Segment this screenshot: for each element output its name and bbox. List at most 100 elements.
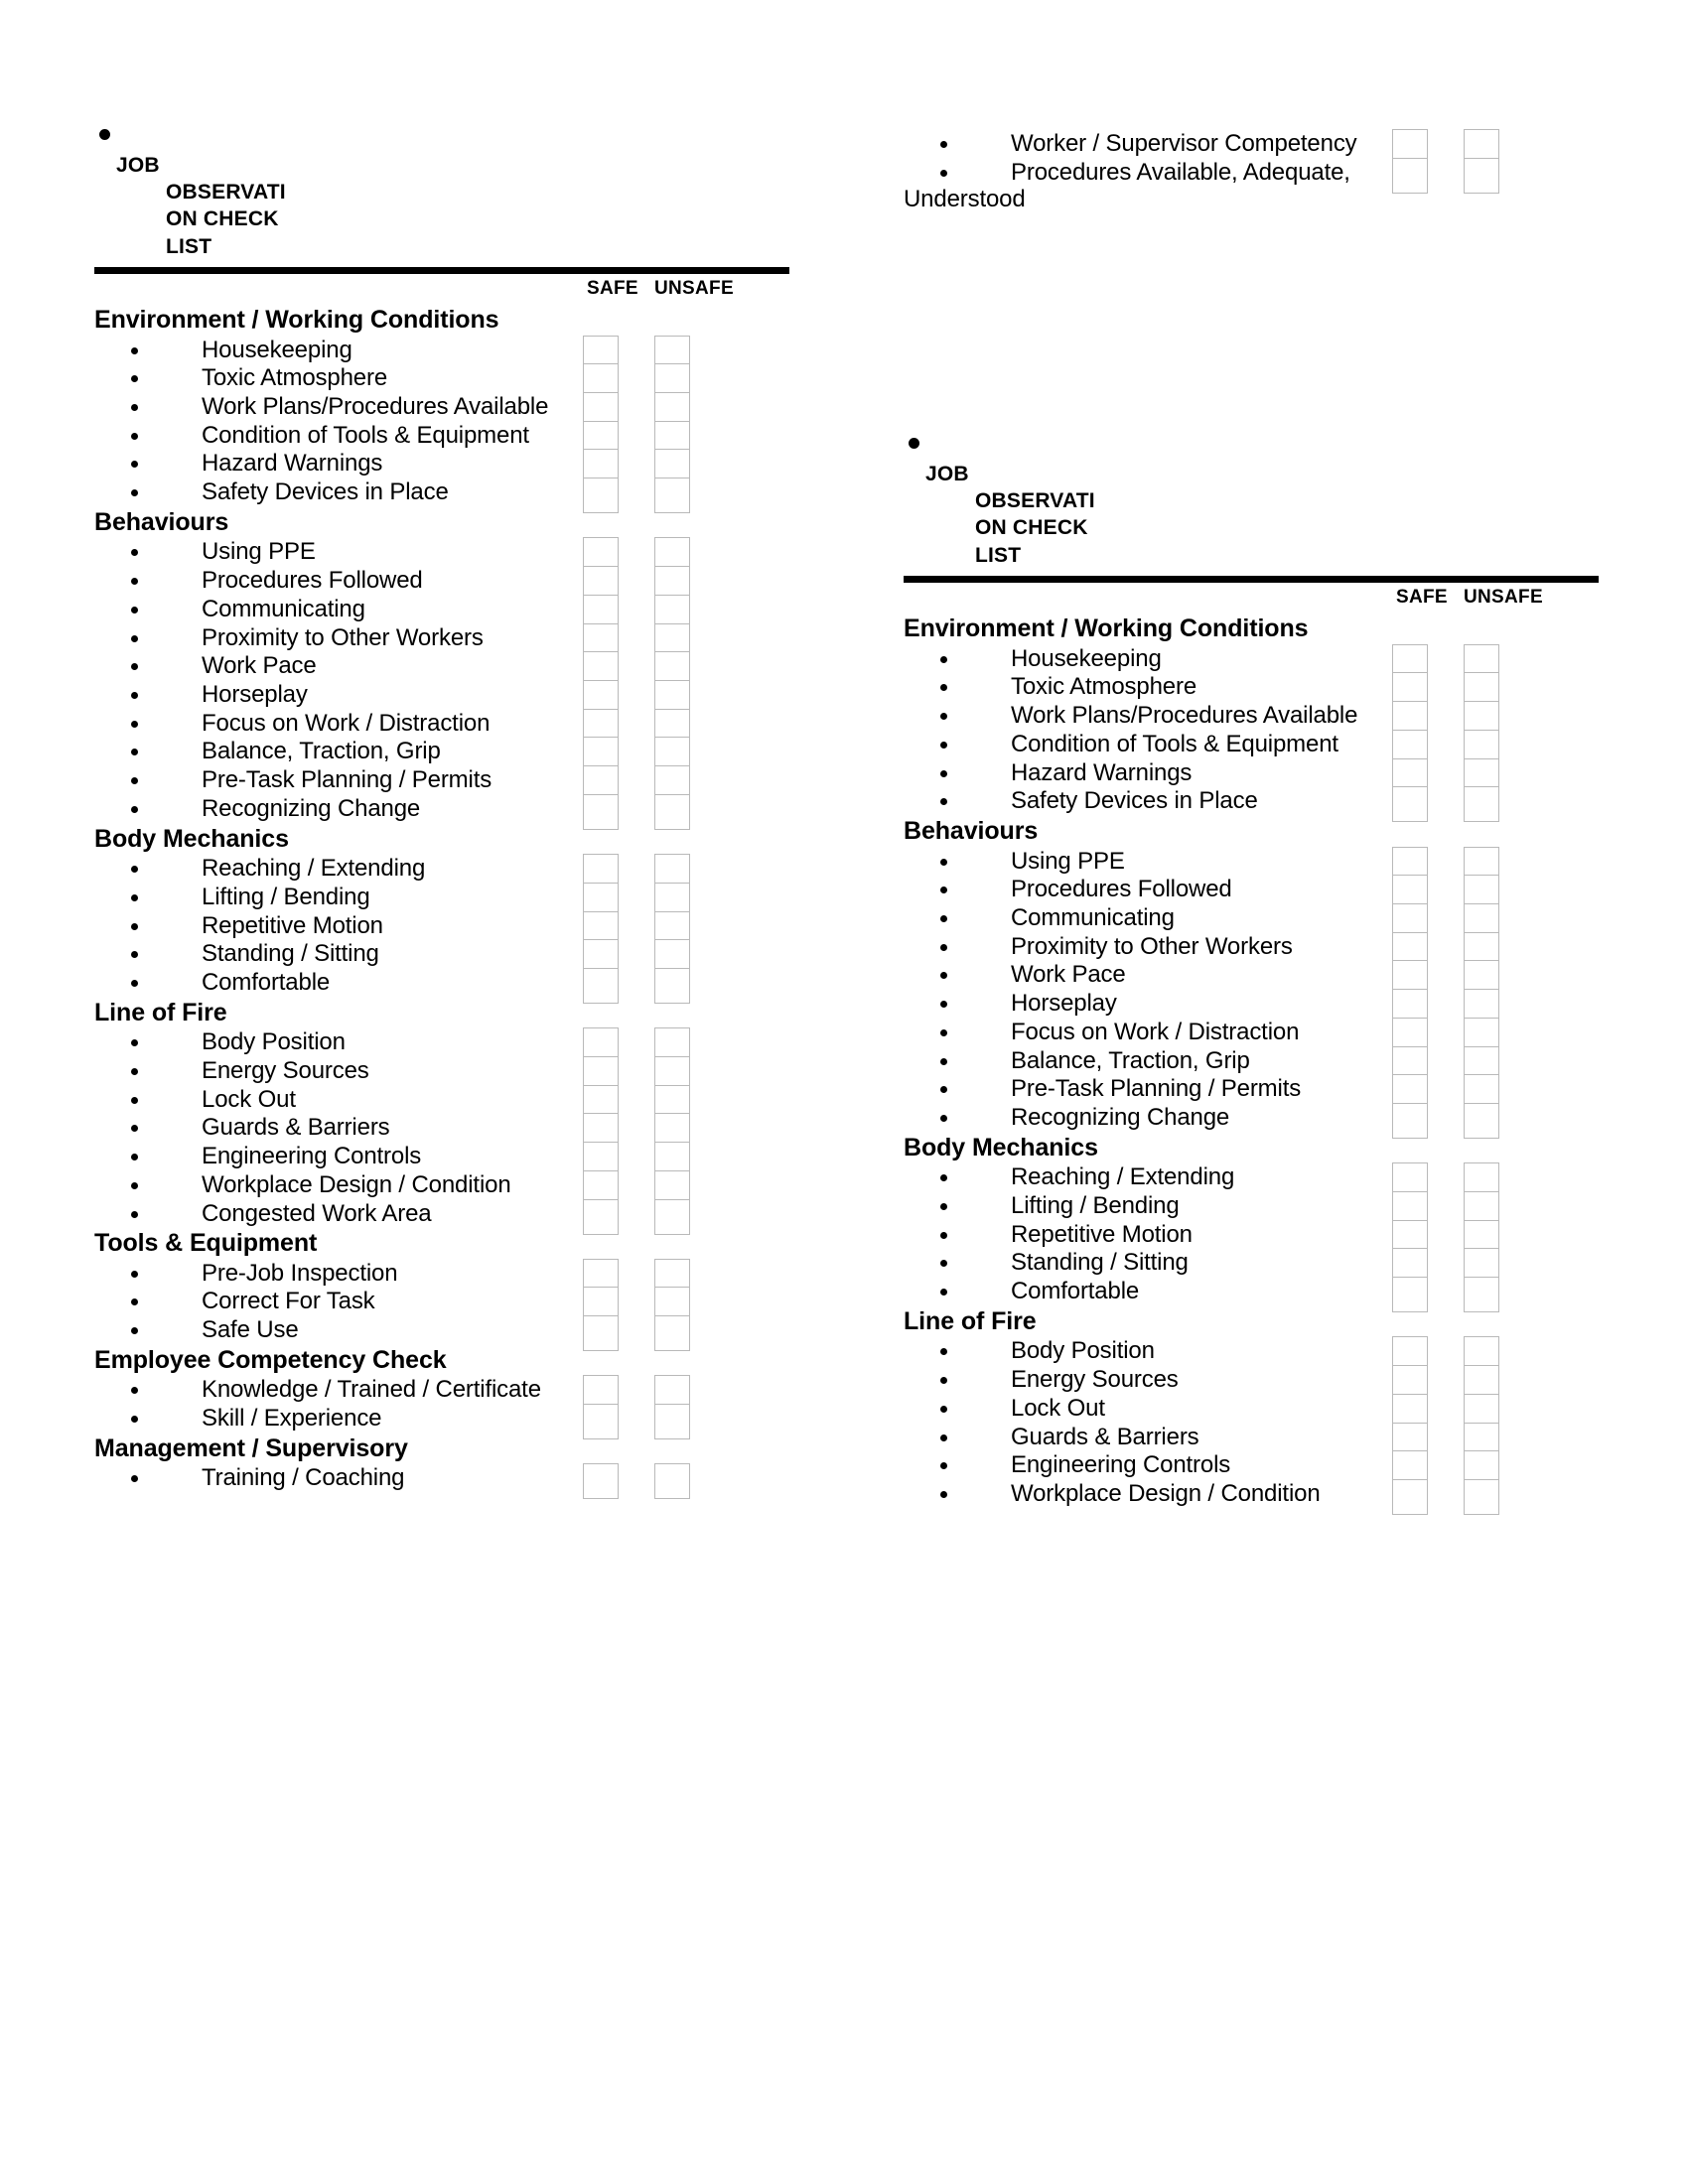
checklist-row: Energy Sources [904, 1365, 1599, 1402]
safe-checkbox[interactable] [583, 1315, 619, 1352]
checklist-row: Condition of Tools & Equipment [904, 729, 1599, 765]
header-bullet-icon [99, 129, 110, 140]
unsafe-checkbox[interactable] [654, 1198, 690, 1235]
checklist-item-text: Engineering Controls [1011, 1451, 1231, 1479]
checklist-item-label: Balance, Traction, Grip [94, 737, 561, 765]
two-column-layout: JOB OBSERVATION CHECKLIST SAFE UNSAFE En… [0, 0, 1688, 1515]
checklist-item-label: Work Pace [94, 651, 561, 680]
bullet-icon [131, 1210, 138, 1218]
checklist-item-label: Work Plans/Procedures Available [94, 392, 561, 421]
safe-checkbox[interactable] [1392, 1277, 1428, 1313]
checklist-row: Standing / Sitting [904, 1248, 1599, 1285]
safe-checkbox[interactable] [583, 478, 619, 514]
checklist-item-text: Focus on Work / Distraction [1011, 1018, 1300, 1045]
checklist-row: Skill / Experience [94, 1404, 789, 1440]
checklist-row: Proximity to Other Workers [94, 622, 789, 659]
checklist-item-label: Engineering Controls [94, 1142, 561, 1170]
left-column-body: Environment / Working Conditions Housekee… [94, 304, 789, 1500]
checklist-item-text: Horseplay [1011, 990, 1117, 1018]
checklist-item-label: Lock Out [94, 1085, 561, 1114]
checklist-item-label: Work Pace [904, 960, 1370, 989]
checklist-item-text: Safety Devices in Place [1011, 787, 1258, 815]
bullet-icon [940, 169, 947, 177]
checklist-row: Safe Use [94, 1315, 789, 1352]
checklist-item-label: Standing / Sitting [904, 1248, 1370, 1277]
left-column: JOB OBSERVATION CHECKLIST SAFE UNSAFE En… [94, 129, 789, 1500]
checklist-item-label: Body Position [94, 1027, 561, 1056]
checklist-item-label: Focus on Work / Distraction [904, 1018, 1370, 1046]
safe-checkbox[interactable] [1392, 1478, 1428, 1515]
checklist-row: Body Position [94, 1027, 789, 1064]
checklist-row: Work Pace [904, 960, 1599, 997]
checklist-item-label: Horseplay [94, 680, 561, 709]
checklist-row: Reaching / Extending [904, 1162, 1599, 1199]
checklist-header-left: JOB OBSERVATION CHECKLIST [94, 129, 789, 275]
safe-checkbox[interactable] [1392, 1103, 1428, 1140]
checklist-item-text: Guards & Barriers [202, 1114, 390, 1142]
unsafe-checkbox[interactable] [654, 967, 690, 1004]
column-headers-left: SAFE UNSAFE [94, 274, 789, 304]
checklist-row: Body Position [904, 1336, 1599, 1373]
checklist-item-label: Work Plans/Procedures Available [904, 701, 1370, 730]
checklist-item-label: Lock Out [904, 1394, 1370, 1423]
checklist-row: Housekeeping [94, 335, 789, 371]
checklist-row: Comfortable [94, 967, 789, 1004]
safe-checkbox[interactable] [1392, 786, 1428, 823]
header-bullet-icon [909, 438, 919, 450]
column-spacer [904, 213, 1599, 438]
header-title-job: JOB [925, 463, 969, 486]
unsafe-checkbox[interactable] [654, 793, 690, 830]
right-column: Worker / Supervisor Competency Procedures… [904, 129, 1599, 1515]
checklist-item-text: Workplace Design / Condition [202, 1170, 511, 1198]
safe-checkbox[interactable] [1392, 157, 1428, 194]
unsafe-checkbox[interactable] [1464, 1277, 1499, 1313]
checklist-row: Guards & Barriers [904, 1422, 1599, 1458]
checklist-item-label: Standing / Sitting [94, 939, 561, 968]
checklist-row: Condition of Tools & Equipment [94, 420, 789, 457]
unsafe-checkbox[interactable] [1464, 786, 1499, 823]
unsafe-checkbox[interactable] [1464, 1478, 1499, 1515]
bullet-icon [131, 404, 138, 412]
safe-column-header: SAFE [1396, 587, 1448, 609]
checklist-item-text: Procedures Followed [1011, 876, 1232, 903]
checklist-row: Lifting / Bending [904, 1190, 1599, 1227]
unsafe-checkbox[interactable] [654, 1315, 690, 1352]
safe-checkbox[interactable] [583, 1463, 619, 1500]
checklist-row: Pre-Job Inspection [94, 1258, 789, 1295]
checklist-item-label: Using PPE [94, 537, 561, 566]
checklist-header-right: JOB OBSERVATION CHECKLIST [904, 438, 1599, 584]
checklist-item-text: Pre-Task Planning / Permits [202, 766, 492, 794]
checklist-item-text: Work Plans/Procedures Available [202, 393, 549, 421]
checklist-row: Communicating [904, 903, 1599, 940]
checklist-item-label: Communicating [94, 595, 561, 623]
checklist-item-label: Worker / Supervisor Competency [904, 129, 1370, 158]
checklist-item-text: Worker / Supervisor Competency [1011, 130, 1357, 157]
checklist-item-text: Reaching / Extending [1011, 1163, 1235, 1191]
checklist-item-text: Congested Work Area [202, 1199, 432, 1227]
checklist-row: Recognizing Change [94, 793, 789, 830]
unsafe-checkbox[interactable] [1464, 157, 1499, 194]
checklist-item-label: Proximity to Other Workers [904, 932, 1370, 961]
safe-checkbox[interactable] [583, 1198, 619, 1235]
checklist-item-text: Lock Out [1011, 1394, 1105, 1422]
safe-checkbox[interactable] [583, 967, 619, 1004]
unsafe-checkbox[interactable] [654, 1404, 690, 1440]
checklist-item-text: Using PPE [202, 538, 316, 566]
checklist-row: Toxic Atmosphere [904, 672, 1599, 709]
checklist-item-label: Toxic Atmosphere [94, 363, 561, 392]
checklist-item-label: Hazard Warnings [904, 758, 1370, 787]
checklist-item-label: Energy Sources [904, 1365, 1370, 1394]
checklist-item-label: Communicating [904, 903, 1370, 932]
bullet-icon [940, 915, 947, 923]
unsafe-checkbox[interactable] [654, 1463, 690, 1500]
safe-checkbox[interactable] [583, 793, 619, 830]
checklist-row: Hazard Warnings [904, 757, 1599, 794]
checklist-row: Lock Out [904, 1393, 1599, 1430]
checklist-item-label: Safe Use [94, 1315, 561, 1344]
unsafe-checkbox[interactable] [1464, 1103, 1499, 1140]
checklist-item-text: Recognizing Change [202, 794, 421, 822]
unsafe-checkbox[interactable] [654, 478, 690, 514]
checklist-item-text: Condition of Tools & Equipment [202, 421, 529, 449]
checklist-row: Safety Devices in Place [904, 786, 1599, 823]
safe-checkbox[interactable] [583, 1404, 619, 1440]
